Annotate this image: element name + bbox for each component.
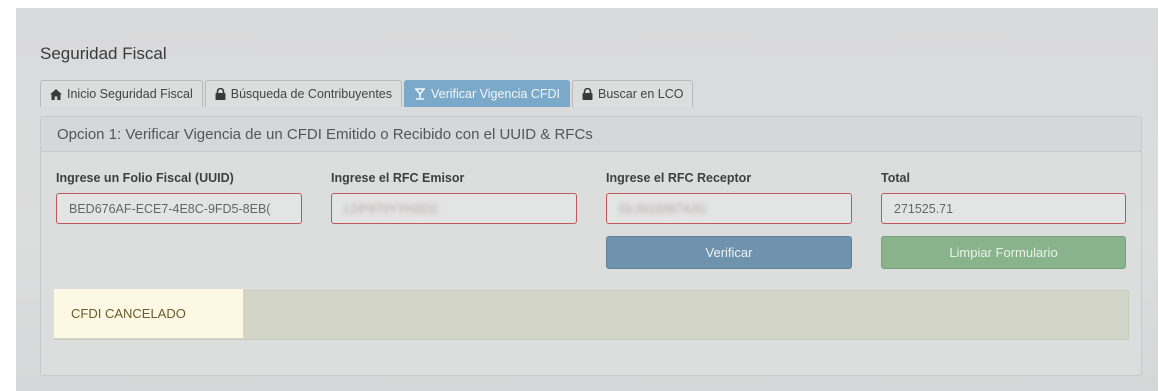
lock-icon (215, 88, 226, 100)
uuid-value: BED676AF-ECE7-4E8C-9FD5-8EB( (69, 201, 271, 216)
tab-label: Verificar Vigencia CFDI (431, 87, 560, 101)
panel-heading: Opcion 1: Verificar Vigencia de un CFDI … (41, 117, 1141, 152)
result-status-text: CFDI CANCELADO (54, 289, 243, 338)
verify-button[interactable]: Verificar (606, 236, 852, 269)
lock-icon (582, 88, 593, 100)
tab-busqueda-contribuyentes[interactable]: Búsqueda de Contribuyentes (204, 80, 402, 107)
total-input[interactable]: 271525.71 (881, 193, 1126, 224)
scale-icon (415, 88, 425, 100)
total-label: Total (881, 171, 910, 185)
rfc-receptor-value: GLIN100674JG (619, 201, 706, 216)
home-icon (50, 88, 62, 100)
clear-form-button[interactable]: Limpiar Formulario (881, 236, 1126, 269)
rfc-emisor-value: LDP870YYH2D2 (344, 201, 438, 216)
rfc-emisor-input[interactable]: LDP870YYH2D2 (331, 193, 577, 224)
page-title: Seguridad Fiscal (40, 44, 167, 63)
total-value: 271525.71 (894, 201, 954, 216)
tab-label: Búsqueda de Contribuyentes (230, 87, 392, 101)
rfc-receptor-label: Ingrese el RFC Receptor (606, 171, 752, 185)
uuid-input[interactable]: BED676AF-ECE7-4E8C-9FD5-8EB( (56, 193, 302, 224)
tab-inicio-seguridad-fiscal[interactable]: Inicio Seguridad Fiscal (40, 80, 203, 107)
tab-label: Inicio Seguridad Fiscal (67, 87, 193, 101)
tab-bar: Inicio Seguridad Fiscal Búsqueda de Cont… (40, 80, 695, 108)
uuid-label: Ingrese un Folio Fiscal (UUID) (56, 171, 234, 185)
rfc-emisor-label: Ingrese el RFC Emisor (331, 171, 465, 185)
rfc-receptor-input[interactable]: GLIN100674JG (606, 193, 852, 224)
tab-verificar-vigencia-cfdi[interactable]: Verificar Vigencia CFDI (404, 80, 570, 107)
tab-buscar-en-lco[interactable]: Buscar en LCO (572, 80, 694, 107)
tab-label: Buscar en LCO (598, 87, 684, 101)
